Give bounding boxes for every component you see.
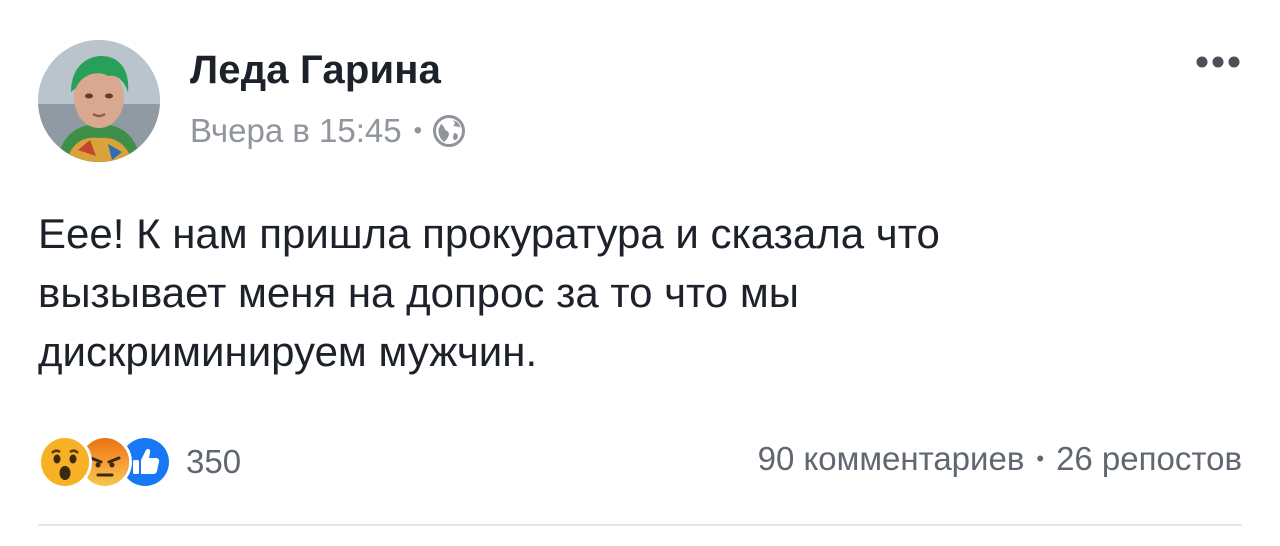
wow-reaction-icon bbox=[38, 435, 92, 489]
more-horizontal-icon[interactable] bbox=[1194, 52, 1242, 72]
globe-icon bbox=[432, 114, 466, 148]
post-timestamp[interactable]: Вчера в 15:45 bbox=[190, 112, 402, 150]
footer-divider bbox=[38, 524, 1242, 526]
reactions-summary[interactable]: 350 bbox=[38, 434, 241, 490]
post-meta: Вчера в 15:45 • bbox=[190, 112, 466, 150]
reaction-count: 350 bbox=[186, 443, 242, 480]
author-avatar[interactable] bbox=[38, 40, 160, 162]
post-header: Леда Гарина Вчера в 15:45 • bbox=[38, 40, 1242, 162]
meta-separator: • bbox=[413, 117, 423, 144]
author-name[interactable]: Леда Гарина bbox=[190, 48, 441, 93]
engagement-counts: 90 комментариев • 26 репостов bbox=[758, 440, 1242, 478]
comments-count-link[interactable]: 90 комментариев bbox=[758, 440, 1025, 478]
counts-separator: • bbox=[1036, 446, 1045, 471]
post-text: Еее! К нам пришла прокуратура и сказала … bbox=[38, 210, 940, 375]
shares-count-link[interactable]: 26 репостов bbox=[1056, 440, 1242, 478]
post-footer: 350 90 комментариев • 26 репостов bbox=[38, 434, 1242, 490]
